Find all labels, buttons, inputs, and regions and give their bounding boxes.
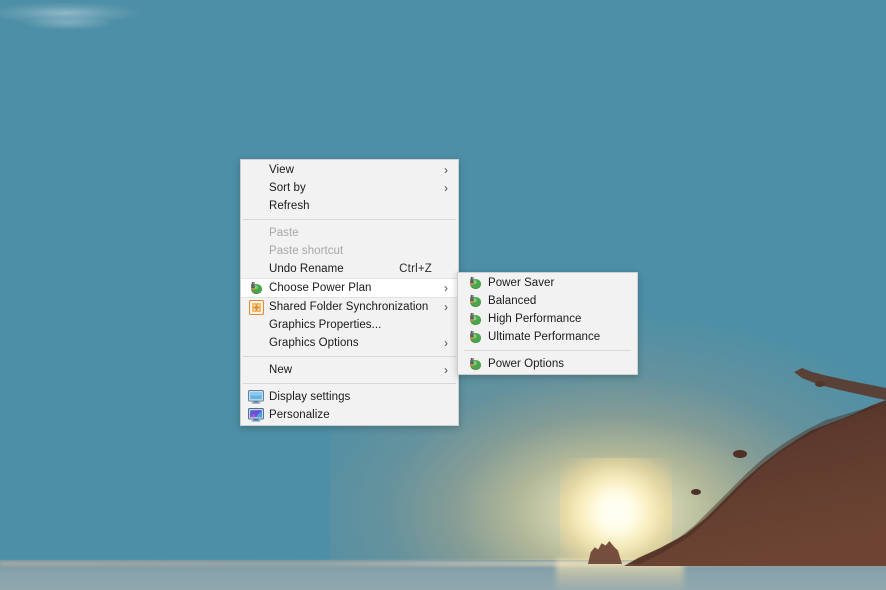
submenu-item-label: Balanced — [488, 295, 537, 307]
submenu-item-power-saver[interactable]: Power Saver — [458, 274, 637, 292]
menu-item-label: Paste shortcut — [269, 245, 344, 257]
menu-item-shortcut: Ctrl+Z — [399, 263, 432, 275]
submenu-item-ultimate-performance[interactable]: Ultimate Performance — [458, 328, 637, 346]
menu-item-label: Sort by — [269, 182, 306, 194]
menu-item-label: Choose Power Plan — [269, 282, 372, 294]
chevron-right-icon: › — [444, 281, 448, 295]
desktop-context-menu[interactable]: View › Sort by › Refresh Paste Paste sho… — [240, 159, 459, 426]
menu-item-label: Graphics Options — [269, 337, 359, 349]
empty-icon-slot — [245, 225, 267, 241]
chevron-right-icon: › — [444, 363, 448, 377]
menu-item-label: View — [269, 164, 294, 176]
menu-item-shared-folder-synchronization[interactable]: Shared Folder Synchronization › — [241, 298, 458, 316]
chevron-right-icon: › — [444, 181, 448, 195]
submenu-item-balanced[interactable]: Balanced — [458, 292, 637, 310]
personalize-monitor-icon — [245, 407, 267, 423]
empty-icon-slot — [245, 180, 267, 196]
choose-power-plan-submenu[interactable]: Power Saver Balanced High Performance Ul… — [457, 272, 638, 375]
power-plug-icon — [464, 356, 486, 372]
menu-item-label: New — [269, 364, 293, 376]
menu-item-paste-shortcut: Paste shortcut — [241, 242, 458, 260]
menu-item-choose-power-plan[interactable]: Choose Power Plan › — [241, 278, 458, 298]
submenu-separator — [464, 350, 631, 351]
empty-icon-slot — [245, 317, 267, 333]
display-monitor-icon — [245, 389, 267, 405]
power-plug-icon — [245, 280, 267, 296]
menu-item-label: Graphics Properties... — [269, 319, 382, 331]
chevron-right-icon: › — [444, 300, 448, 314]
power-plug-icon — [464, 329, 486, 345]
submenu-item-power-options[interactable]: Power Options — [458, 355, 637, 373]
desktop[interactable]: View › Sort by › Refresh Paste Paste sho… — [0, 0, 886, 590]
chevron-right-icon: › — [444, 163, 448, 177]
menu-separator — [243, 356, 456, 357]
menu-separator — [243, 383, 456, 384]
power-plug-icon — [464, 311, 486, 327]
submenu-item-label: Power Options — [488, 358, 565, 370]
submenu-item-label: High Performance — [488, 313, 582, 325]
menu-item-undo-rename[interactable]: Undo Rename Ctrl+Z — [241, 260, 458, 278]
empty-icon-slot — [245, 243, 267, 259]
sea-horizon-sheen — [0, 561, 886, 566]
power-plug-icon — [464, 275, 486, 291]
submenu-item-label: Power Saver — [488, 277, 555, 289]
shared-folder-icon — [245, 299, 267, 315]
menu-item-new[interactable]: New › — [241, 361, 458, 379]
empty-icon-slot — [245, 162, 267, 178]
chevron-right-icon: › — [444, 336, 448, 350]
menu-separator — [243, 219, 456, 220]
menu-item-personalize[interactable]: Personalize — [241, 406, 458, 424]
menu-item-label: Personalize — [269, 409, 330, 421]
sun-reflection — [556, 560, 684, 590]
menu-item-label: Display settings — [269, 391, 351, 403]
empty-icon-slot — [245, 362, 267, 378]
menu-item-label: Undo Rename — [269, 263, 344, 275]
menu-item-label: Refresh — [269, 200, 310, 212]
empty-icon-slot — [245, 261, 267, 277]
menu-item-sort-by[interactable]: Sort by › — [241, 179, 458, 197]
menu-item-label: Paste — [269, 227, 299, 239]
empty-icon-slot — [245, 335, 267, 351]
menu-item-view[interactable]: View › — [241, 161, 458, 179]
menu-item-graphics-properties[interactable]: Graphics Properties... — [241, 316, 458, 334]
menu-item-graphics-options[interactable]: Graphics Options › — [241, 334, 458, 352]
menu-item-paste: Paste — [241, 224, 458, 242]
menu-item-label: Shared Folder Synchronization — [269, 301, 429, 313]
menu-item-refresh[interactable]: Refresh — [241, 197, 458, 215]
empty-icon-slot — [245, 198, 267, 214]
submenu-item-label: Ultimate Performance — [488, 331, 601, 343]
menu-item-display-settings[interactable]: Display settings — [241, 388, 458, 406]
cloud-wisp — [22, 16, 114, 30]
submenu-item-high-performance[interactable]: High Performance — [458, 310, 637, 328]
power-plug-icon — [464, 293, 486, 309]
